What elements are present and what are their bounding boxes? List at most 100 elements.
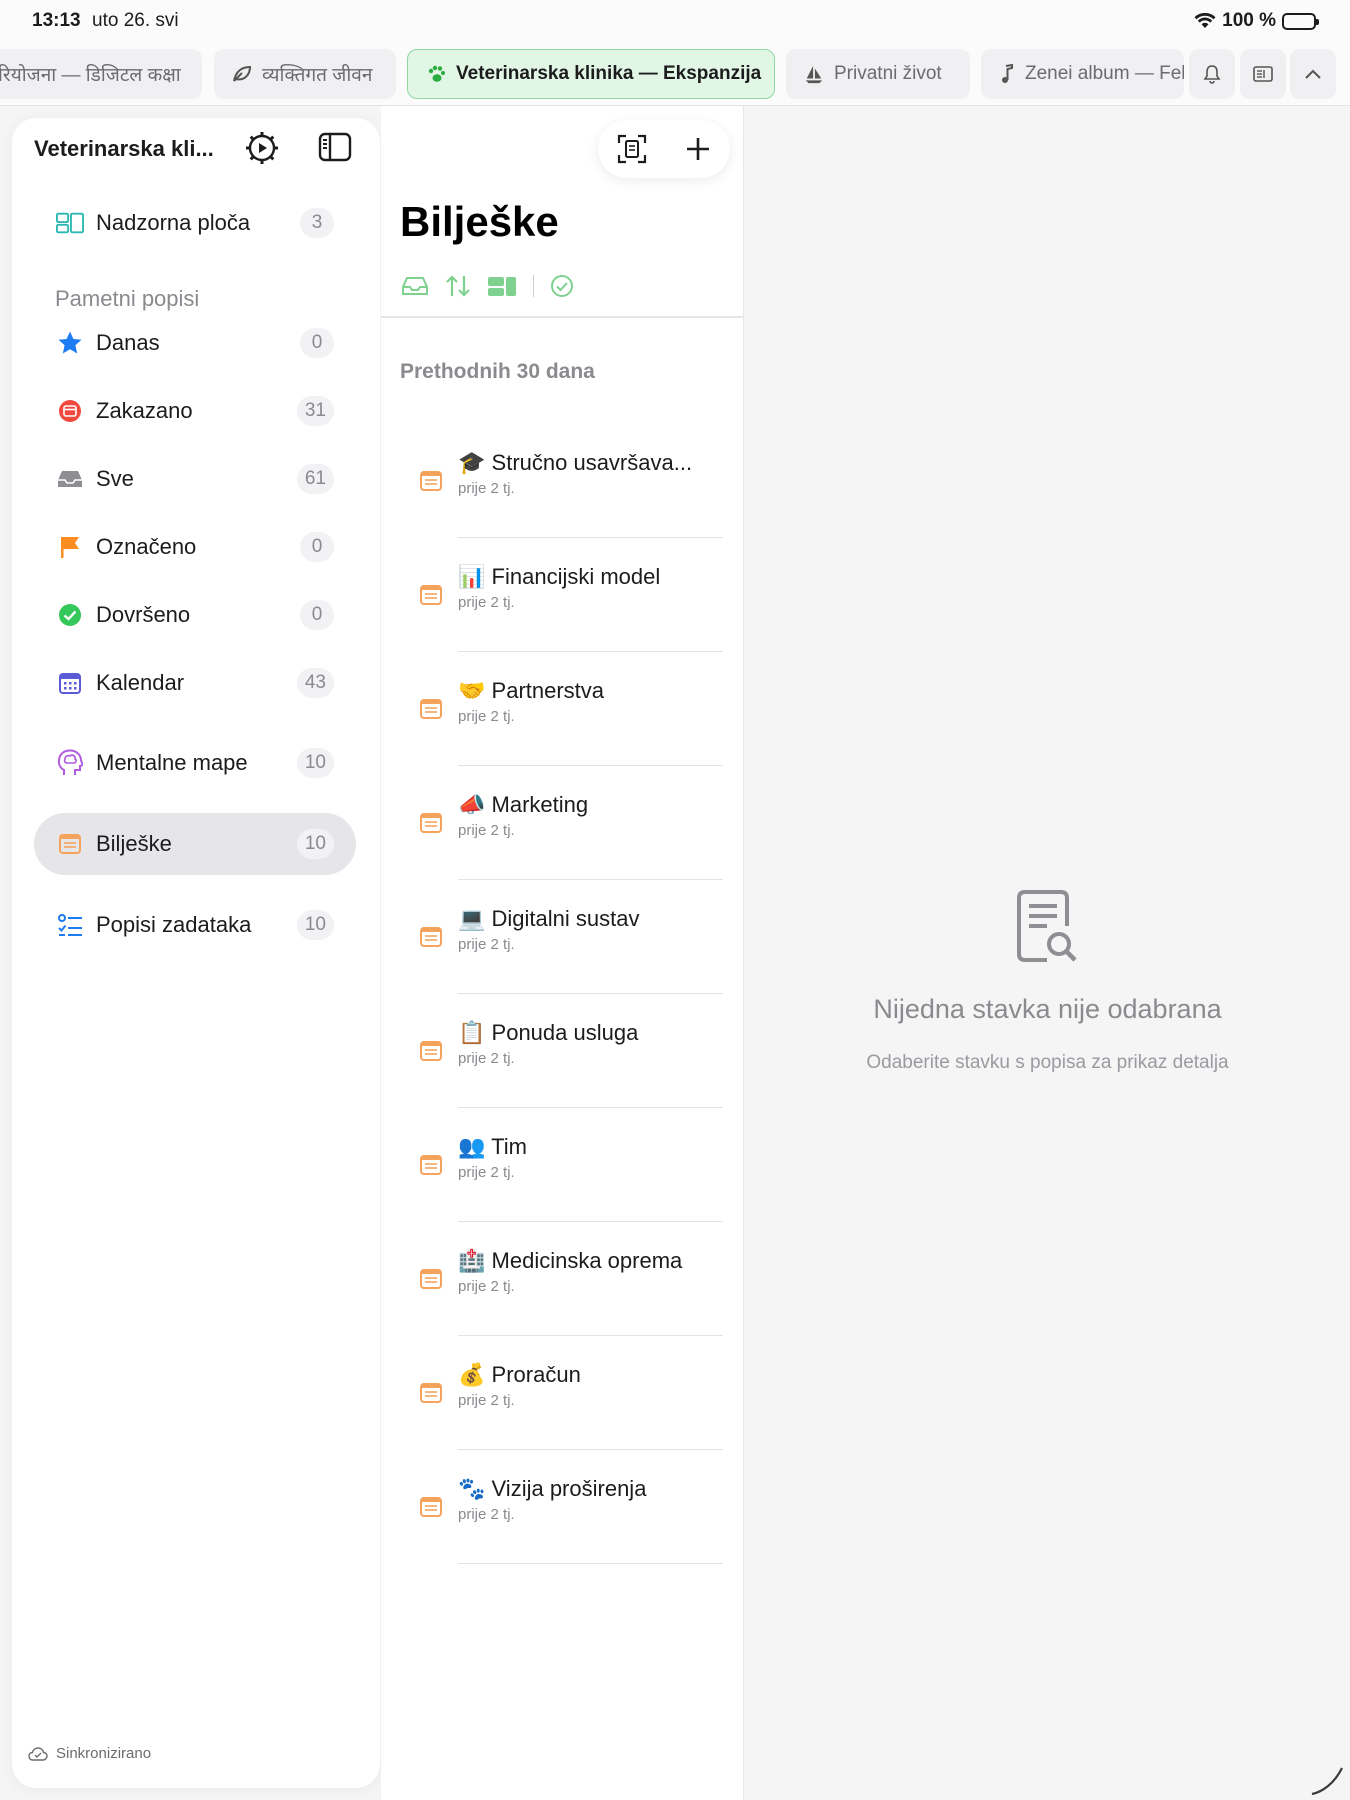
check-circle-icon[interactable] (550, 274, 574, 298)
sync-status: Sinkronizirano (28, 1745, 151, 1762)
sidebar-item-count: 10 (296, 748, 334, 778)
tab-label: व्यक्तिगत जीवन (262, 65, 373, 86)
sidebar-item-count: 3 (300, 208, 334, 238)
note-emoji: 🐾 (458, 1476, 486, 1501)
note-icon (420, 585, 442, 605)
sidebar-item-scheduled[interactable]: Zakazano 31 (34, 380, 356, 442)
status-indicators: 100 % (1194, 10, 1319, 32)
list-toolbar (598, 120, 730, 178)
note-title-text: Medicinska oprema (491, 1248, 683, 1273)
note-title-text: Ponuda usluga (491, 1020, 639, 1045)
dashboard-icon (56, 209, 84, 237)
sidebar-item-count: 61 (296, 464, 334, 494)
note-date: prije 2 tj. (458, 936, 515, 953)
battery-icon (1282, 12, 1319, 30)
note-title: 🏥 Medicinska oprema (458, 1248, 682, 1274)
document-search-icon (1017, 890, 1077, 962)
pencil-scribble-icon[interactable] (1310, 1764, 1344, 1796)
sidebar: Veterinarska kli... Nadzorna ploča 3 Pam… (12, 118, 380, 1788)
note-date: prije 2 tj. (458, 1278, 515, 1295)
note-title: 🐾 Vizija proširenja (458, 1476, 646, 1502)
battery-percent: 100 % (1222, 10, 1276, 31)
note-emoji: 📊 (458, 564, 486, 589)
note-icon (56, 830, 84, 858)
note-list-item[interactable]: 💰 Proračun prije 2 tj. (381, 1336, 743, 1450)
leaf-icon (232, 64, 252, 84)
smart-lists-heading: Pametni popisi (55, 286, 200, 311)
note-date: prije 2 tj. (458, 708, 515, 725)
note-list-item[interactable]: 🎓 Stručno usavršava... prije 2 tj. (381, 424, 743, 538)
note-icon (420, 1269, 442, 1289)
sort-arrows-icon[interactable] (445, 274, 471, 298)
note-list-item[interactable]: 💻 Digitalni sustav prije 2 tj. (381, 880, 743, 994)
note-emoji: 📋 (458, 1020, 486, 1045)
status-time: 13:13 (32, 10, 81, 31)
cloud-check-icon (28, 1746, 48, 1761)
note-title: 💻 Digitalni sustav (458, 906, 639, 932)
note-list-item[interactable]: 🐾 Vizija proširenja prije 2 tj. (381, 1450, 743, 1564)
star-icon (56, 329, 84, 357)
sidebar-item-notes[interactable]: Bilješke 10 (34, 813, 356, 875)
note-list-item[interactable]: 👥 Tim prije 2 tj. (381, 1108, 743, 1222)
note-title: 💰 Proračun (458, 1362, 581, 1388)
sidebar-toggle-icon[interactable] (318, 132, 352, 162)
note-icon (420, 1497, 442, 1517)
sidebar-item-all[interactable]: Sve 61 (34, 448, 356, 510)
scan-document-icon[interactable] (617, 134, 647, 164)
note-emoji: 📣 (458, 792, 486, 817)
reader-button[interactable] (1240, 49, 1286, 99)
page-title: Bilješke (400, 198, 559, 245)
settings-gear-icon[interactable] (244, 130, 280, 166)
note-divider (458, 1563, 723, 1564)
sidebar-item-dashboard[interactable]: Nadzorna ploča 3 (34, 192, 356, 254)
chevron-up-icon (1305, 69, 1321, 79)
sidebar-item-count: 0 (300, 328, 334, 358)
note-title-text: Proračun (491, 1362, 581, 1387)
workspace-title[interactable]: Veterinarska kli... (34, 136, 214, 162)
sidebar-item-count: 43 (296, 668, 334, 698)
note-title-text: Marketing (491, 792, 589, 817)
sidebar-item-mind-maps[interactable]: Mentalne mape 10 (34, 732, 356, 794)
sidebar-item-count: 10 (296, 910, 334, 940)
note-list-item[interactable]: 📣 Marketing prije 2 tj. (381, 766, 743, 880)
tab-digital-classroom[interactable]: रियोजना — डिजिटल कक्षा (0, 49, 202, 99)
layout-view-icon[interactable] (487, 275, 517, 297)
tab-zenei-album[interactable]: Zenei album — Fel (981, 49, 1184, 99)
note-date: prije 2 tj. (458, 594, 515, 611)
note-emoji: 🎓 (458, 450, 486, 475)
note-icon (420, 813, 442, 833)
note-date: prije 2 tj. (458, 1164, 515, 1181)
note-title: 👥 Tim (458, 1134, 527, 1160)
tab-label: Privatni život (834, 63, 942, 84)
note-list-item[interactable]: 📋 Ponuda usluga prije 2 tj. (381, 994, 743, 1108)
sidebar-item-calendar[interactable]: Kalendar 43 (34, 652, 356, 714)
tab-veterinary-clinic[interactable]: Veterinarska klinika — Ekspanzija (407, 49, 775, 99)
note-list-item[interactable]: 🤝 Partnerstva prije 2 tj. (381, 652, 743, 766)
note-title: 🤝 Partnerstva (458, 678, 604, 704)
sidebar-item-completed[interactable]: Dovršeno 0 (34, 584, 356, 646)
note-list-item[interactable]: 📊 Financijski model prije 2 tj. (381, 538, 743, 652)
detail-pane: Nijedna stavka nije odabrana Odaberite s… (743, 106, 1350, 1800)
tab-private-life[interactable]: Privatni život (786, 49, 970, 99)
note-list-item[interactable]: 🏥 Medicinska oprema prije 2 tj. (381, 1222, 743, 1336)
note-icon (420, 1041, 442, 1061)
note-title-text: Financijski model (491, 564, 661, 589)
sidebar-item-task-lists[interactable]: Popisi zadataka 10 (34, 894, 356, 956)
sidebar-item-label: Danas (96, 330, 160, 355)
empty-state-subtitle: Odaberite stavku s popisa za prikaz deta… (866, 1052, 1229, 1073)
sidebar-item-today[interactable]: Danas 0 (34, 312, 356, 374)
note-title: 📊 Financijski model (458, 564, 660, 590)
notifications-button[interactable] (1189, 49, 1235, 99)
note-emoji: 🏥 (458, 1248, 486, 1273)
inbox-tray-icon[interactable] (401, 275, 429, 297)
checklist-icon (56, 911, 84, 939)
tab-personal-life-hindi[interactable]: व्यक्तिगत जीवन (214, 49, 396, 99)
add-icon[interactable] (684, 135, 712, 163)
note-date: prije 2 tj. (458, 1506, 515, 1523)
sidebar-item-flagged[interactable]: Označeno 0 (34, 516, 356, 578)
note-date: prije 2 tj. (458, 1392, 515, 1409)
collapse-tabs-button[interactable] (1290, 49, 1336, 99)
status-date: uto 26. svi (92, 10, 179, 31)
note-title-text: Tim (491, 1134, 527, 1159)
sidebar-item-count: 31 (296, 396, 334, 426)
